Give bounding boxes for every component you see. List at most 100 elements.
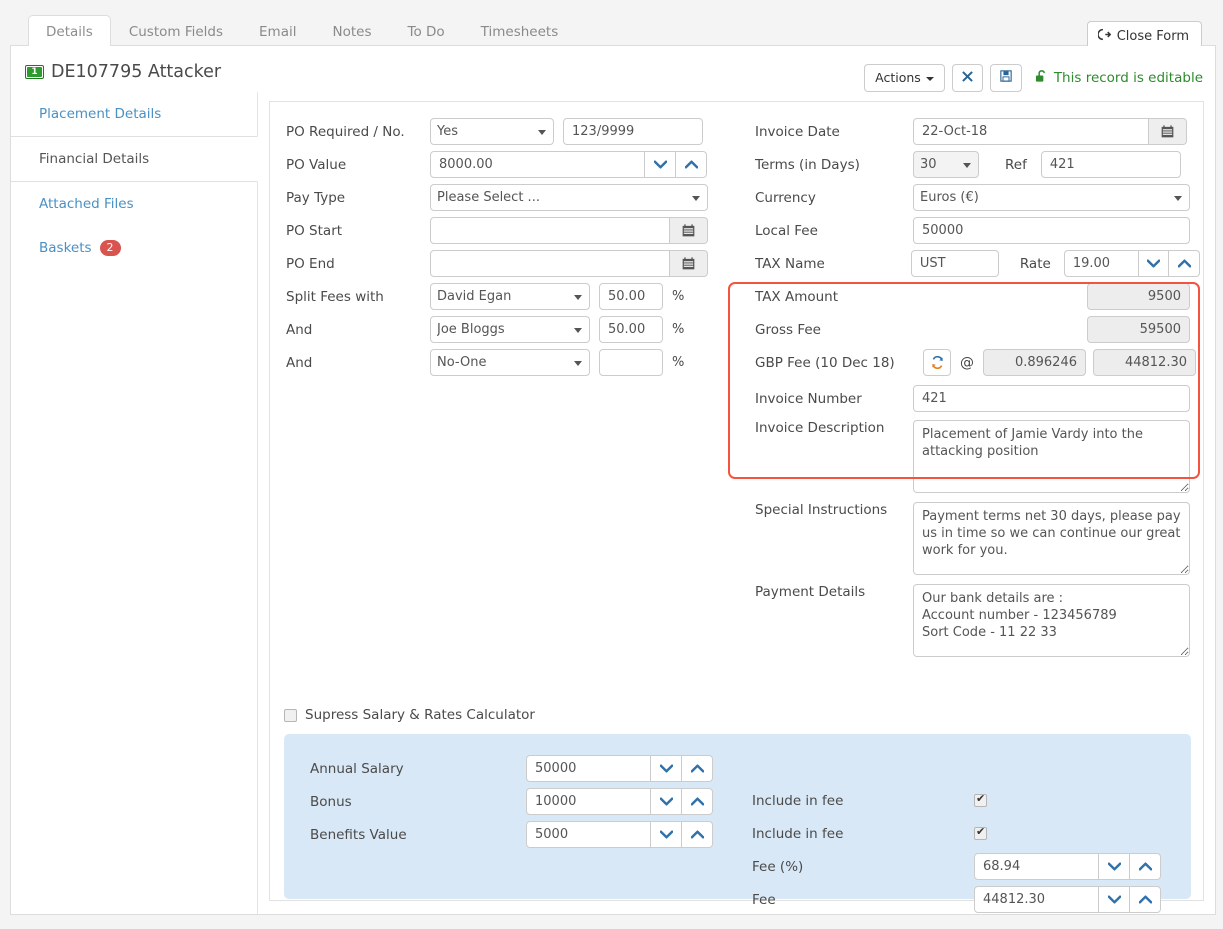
tab-email[interactable]: Email	[241, 15, 314, 49]
po-value-decrement-button[interactable]	[645, 151, 676, 178]
ref-input[interactable]	[1040, 151, 1181, 178]
row-po-value: PO Value	[270, 148, 730, 181]
payment-details-textarea[interactable]: Our bank details are : Account number - …	[913, 584, 1190, 657]
unlock-icon	[1035, 69, 1048, 87]
label-invoice-description: Invoice Description	[755, 420, 885, 436]
row-currency: Currency Euros (€)	[745, 181, 1200, 214]
tax-rate-increment-button[interactable]	[1169, 250, 1200, 277]
invoice-number-input[interactable]	[913, 385, 1190, 412]
label-bonus: Bonus	[310, 793, 352, 810]
benefits-value-input[interactable]	[526, 821, 651, 848]
label-split-fees-with: Split Fees with	[286, 288, 384, 305]
fee-percent-decrement-button[interactable]	[1099, 853, 1130, 880]
record-editable-status: This record is editable	[1035, 69, 1203, 87]
po-value-input[interactable]	[430, 151, 645, 178]
label-tax-name: TAX Name	[755, 255, 825, 272]
delete-record-button[interactable]	[951, 64, 983, 92]
split-fees-percent-1-input[interactable]	[599, 283, 663, 310]
benefits-decrement-button[interactable]	[651, 821, 682, 848]
tax-rate-decrement-button[interactable]	[1138, 250, 1170, 277]
bonus-decrement-button[interactable]	[651, 788, 682, 815]
split-2-select-wrap: Joe Bloggs	[430, 316, 590, 343]
save-record-button[interactable]	[989, 64, 1022, 92]
at-symbol: @	[960, 354, 974, 371]
bonus-input[interactable]	[526, 788, 651, 815]
po-start-calendar-button[interactable]	[670, 217, 708, 244]
invoice-date-calendar-button[interactable]	[1149, 118, 1187, 145]
annual-salary-increment-button[interactable]	[682, 755, 713, 782]
tab-notes[interactable]: Notes	[315, 15, 390, 49]
exchange-rate-field	[983, 349, 1086, 376]
row-gbp-fee: GBP Fee (10 Dec 18) @	[745, 346, 1200, 379]
local-fee-input[interactable]	[913, 217, 1190, 244]
invoice-date-input[interactable]	[913, 118, 1149, 145]
po-end-calendar-button[interactable]	[670, 250, 708, 277]
pay-type-select-wrap: Please Select ...	[430, 184, 708, 211]
split-fees-percent-3-input[interactable]	[599, 349, 663, 376]
app-root: Details Custom Fields Email Notes To Do …	[0, 0, 1223, 929]
tax-rate-input[interactable]	[1063, 250, 1139, 277]
include-in-fee-checkbox-1[interactable]	[974, 792, 987, 807]
fee-input[interactable]	[974, 886, 1099, 913]
annual-salary-decrement-button[interactable]	[651, 755, 682, 782]
po-value-increment-button[interactable]	[676, 151, 707, 178]
split-fees-person-1-select[interactable]: David Egan	[430, 283, 590, 310]
supress-calculator-label: Supress Salary & Rates Calculator	[305, 707, 535, 723]
row-split-fees-1: Split Fees with David Egan %	[270, 280, 730, 313]
salary-rates-calculator-panel: Annual Salary Bonus	[284, 734, 1191, 913]
actions-label: Actions	[875, 70, 921, 85]
row-terms: Terms (in Days) 30 Ref	[745, 148, 1200, 181]
terms-select[interactable]: 30	[913, 151, 979, 178]
benefits-increment-button[interactable]	[682, 821, 713, 848]
split-fees-person-3-select[interactable]: No-One	[430, 349, 590, 376]
right-form-column: Invoice Date Terms (in Days) 30 Ref	[728, 102, 1200, 657]
fee-percent-increment-button[interactable]	[1130, 853, 1161, 880]
tab-custom-fields[interactable]: Custom Fields	[111, 15, 241, 49]
tab-timesheets[interactable]: Timesheets	[463, 15, 577, 49]
record-card: DE107795 Attacker Actions	[10, 46, 1216, 915]
row-split-fees-3: And No-One %	[270, 346, 730, 379]
sidebar: Placement Details Financial Details Atta…	[11, 92, 258, 914]
refresh-exchange-rate-button[interactable]	[923, 349, 951, 376]
tab-to-do[interactable]: To Do	[390, 15, 463, 49]
sidebar-item-financial-details[interactable]: Financial Details	[11, 136, 258, 182]
label-gross-fee: Gross Fee	[755, 321, 821, 338]
fee-increment-button[interactable]	[1130, 886, 1161, 913]
sidebar-label-placement-details: Placement Details	[39, 106, 162, 122]
bonus-increment-button[interactable]	[682, 788, 713, 815]
label-po-required: PO Required / No.	[286, 123, 405, 140]
invoice-description-textarea[interactable]: Placement of Jamie Vardy into the attack…	[913, 420, 1190, 493]
financial-details-panel: PO Required / No. Yes PO Value	[269, 101, 1204, 913]
special-instructions-textarea[interactable]: Payment terms net 30 days, please pay us…	[913, 502, 1190, 575]
po-required-select[interactable]: Yes	[430, 118, 554, 145]
supress-calculator-checkbox[interactable]	[284, 708, 297, 722]
include-in-fee-checkbox-2[interactable]	[974, 825, 987, 840]
label-ref: Ref	[1005, 156, 1027, 173]
label-include-in-fee-1: Include in fee	[752, 792, 844, 809]
sidebar-item-attached-files[interactable]: Attached Files	[11, 182, 257, 226]
record-actions: Actions This record is editable	[864, 64, 1203, 92]
fee-decrement-button[interactable]	[1099, 886, 1130, 913]
pay-type-select[interactable]: Please Select ...	[430, 184, 708, 211]
po-end-input[interactable]	[430, 250, 670, 277]
tax-name-input[interactable]	[910, 250, 999, 277]
label-annual-salary: Annual Salary	[310, 760, 404, 777]
tab-details[interactable]: Details	[28, 15, 111, 50]
po-start-input[interactable]	[430, 217, 670, 244]
fee-percent-input[interactable]	[974, 853, 1099, 880]
logout-icon	[1097, 28, 1111, 45]
currency-select[interactable]: Euros (€)	[913, 184, 1190, 211]
sidebar-item-baskets[interactable]: Baskets 2	[11, 226, 257, 270]
label-payment-details: Payment Details	[755, 584, 866, 600]
label-rate: Rate	[1019, 255, 1051, 272]
row-invoice-description: Invoice Description Placement of Jamie V…	[745, 420, 1200, 493]
record-title-text: DE107795 Attacker	[51, 62, 222, 82]
annual-salary-input[interactable]	[526, 755, 651, 782]
sidebar-item-placement-details[interactable]: Placement Details	[11, 92, 257, 136]
label-include-in-fee-2: Include in fee	[752, 825, 844, 842]
actions-button[interactable]: Actions	[864, 64, 945, 92]
po-number-input[interactable]	[563, 118, 703, 145]
split-fees-person-2-select[interactable]: Joe Bloggs	[430, 316, 590, 343]
sidebar-label-baskets: Baskets	[39, 240, 92, 256]
split-fees-percent-2-input[interactable]	[599, 316, 663, 343]
